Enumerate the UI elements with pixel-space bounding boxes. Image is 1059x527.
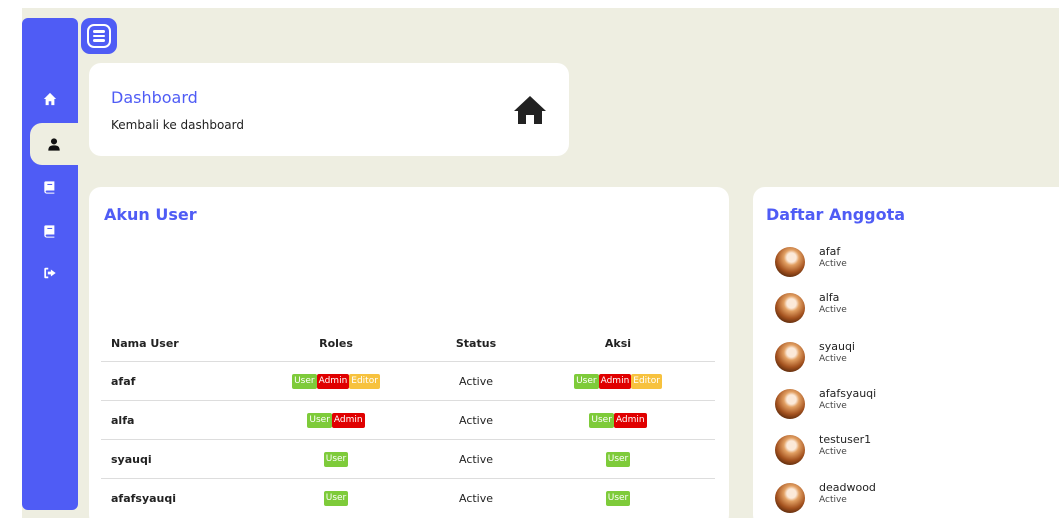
member-status: Active — [819, 447, 847, 457]
role-badge-user: User — [307, 413, 332, 428]
role-badge-editor: Editor — [349, 374, 380, 389]
member-name: testuser1 — [819, 433, 872, 446]
column-header-name: Nama User — [111, 336, 179, 350]
book-icon — [44, 225, 55, 238]
avatar — [775, 435, 805, 465]
sidebar-item-book-1[interactable] — [22, 169, 78, 205]
home-icon — [43, 92, 57, 106]
actions-cell: User Admin Editor — [521, 361, 715, 401]
user-card-title: Akun User — [104, 205, 197, 224]
table-header-row: Nama User Roles Status Aksi — [101, 325, 715, 362]
avatar — [775, 247, 805, 277]
role-badge-user: User — [323, 452, 349, 467]
table-row: alfa User Admin Active User Admin — [101, 400, 715, 440]
sidebar-item-book-2[interactable] — [22, 213, 78, 249]
menu-toggle-button[interactable] — [81, 18, 117, 54]
user-name: syauqi — [101, 439, 241, 479]
list-item[interactable]: deadwood Active — [775, 481, 1015, 515]
book-icon — [44, 181, 55, 194]
column-header-roles: Roles — [319, 336, 353, 350]
roles-cell: User Admin — [241, 400, 431, 440]
user-status: Active — [431, 478, 521, 517]
list-item[interactable]: alfa Active — [775, 291, 1015, 325]
action-admin-button[interactable]: Admin — [613, 413, 647, 428]
user-status: Active — [431, 361, 521, 401]
member-name: deadwood — [819, 481, 876, 494]
member-name: syauqi — [819, 340, 855, 353]
action-editor-button[interactable]: Editor — [631, 374, 662, 389]
actions-cell: User — [521, 478, 715, 517]
member-status: Active — [819, 354, 847, 364]
user-accounts-card: Akun User Nama User Roles Status Aksi af… — [89, 187, 729, 527]
table-row: afaf User Admin Editor Active User Admin Edi… — [101, 361, 715, 401]
avatar — [775, 483, 805, 513]
user-name: alfa — [101, 400, 241, 440]
home-icon — [514, 96, 546, 124]
list-item[interactable]: syauqi Active — [775, 340, 1015, 374]
user-name: afafsyauqi — [101, 478, 241, 517]
hamburger-icon — [87, 24, 111, 48]
avatar — [775, 342, 805, 372]
member-name: afaf — [819, 245, 841, 258]
user-name: afaf — [101, 361, 241, 401]
sidebar — [22, 18, 78, 510]
member-status: Active — [819, 259, 847, 269]
role-badge-admin: Admin — [316, 374, 350, 389]
list-item[interactable]: testuser1 Active — [775, 433, 1015, 467]
user-status: Active — [431, 439, 521, 479]
members-card: Daftar Anggota afaf Active alfa Active s… — [753, 187, 1059, 527]
roles-cell: User — [241, 439, 431, 479]
action-admin-button[interactable]: Admin — [598, 374, 632, 389]
user-table: Nama User Roles Status Aksi afaf User Adm… — [101, 325, 715, 517]
action-user-button[interactable]: User — [589, 413, 614, 428]
member-status: Active — [819, 401, 847, 411]
members-card-title: Daftar Anggota — [766, 205, 906, 224]
dashboard-title: Dashboard — [111, 88, 198, 107]
sidebar-item-logout[interactable] — [22, 255, 78, 291]
logout-icon — [44, 267, 56, 279]
member-name: alfa — [819, 291, 840, 304]
sidebar-item-home[interactable] — [22, 81, 78, 117]
user-status: Active — [431, 400, 521, 440]
action-user-button[interactable]: User — [574, 374, 599, 389]
action-user-button[interactable]: User — [605, 491, 631, 506]
member-status: Active — [819, 495, 847, 505]
user-icon — [48, 138, 60, 151]
role-badge-user: User — [292, 374, 317, 389]
sidebar-item-user[interactable] — [30, 123, 78, 165]
table-row: afafsyauqi User Active User — [101, 478, 715, 517]
action-user-button[interactable]: User — [605, 452, 631, 467]
actions-cell: User Admin — [521, 400, 715, 440]
dashboard-subtitle: Kembali ke dashboard — [111, 118, 244, 132]
role-badge-user: User — [323, 491, 349, 506]
left-margin — [0, 0, 22, 518]
roles-cell: User — [241, 478, 431, 517]
avatar — [775, 293, 805, 323]
dashboard-card[interactable]: Dashboard Kembali ke dashboard — [89, 63, 569, 156]
column-header-actions: Aksi — [604, 336, 632, 350]
list-item[interactable]: afaf Active — [775, 245, 1015, 279]
member-status: Active — [819, 305, 847, 315]
column-header-status: Status — [455, 336, 497, 350]
table-row: syauqi User Active User — [101, 439, 715, 479]
roles-cell: User Admin Editor — [241, 361, 431, 401]
avatar — [775, 389, 805, 419]
list-item[interactable]: afafsyauqi Active — [775, 387, 1015, 421]
member-name: afafsyauqi — [819, 387, 877, 400]
actions-cell: User — [521, 439, 715, 479]
top-margin — [0, 0, 1059, 8]
role-badge-admin: Admin — [331, 413, 365, 428]
